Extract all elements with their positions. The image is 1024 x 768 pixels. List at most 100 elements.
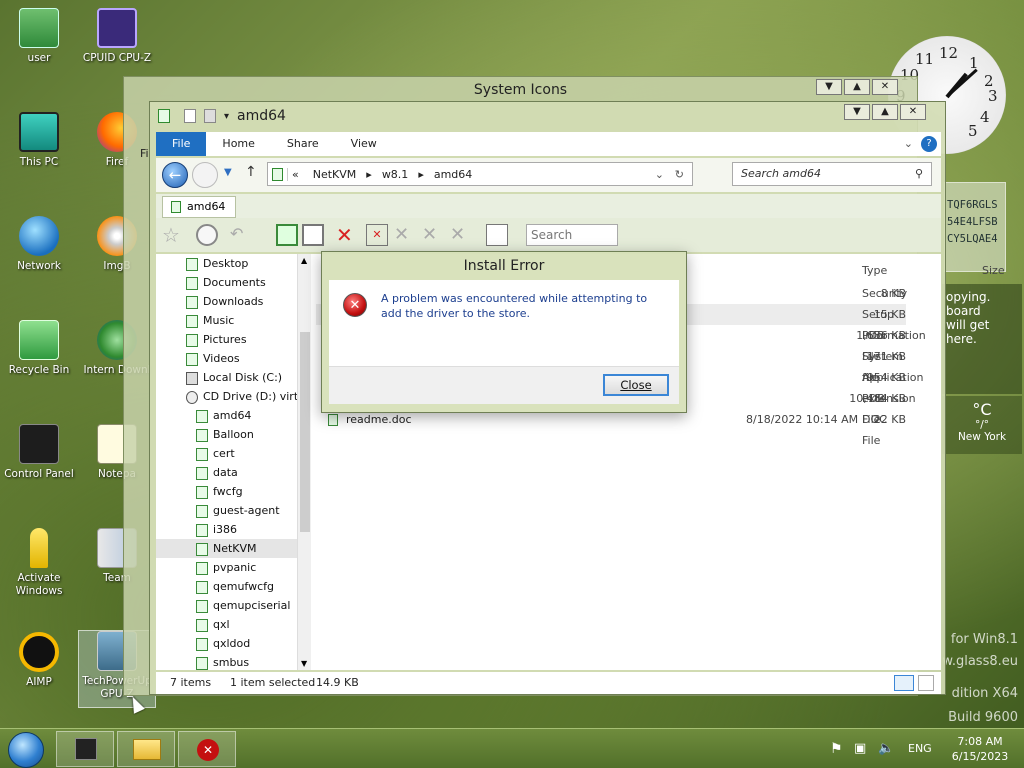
tree-item-qxldod[interactable]: qxldod — [196, 634, 250, 653]
desktop-icon-recycle-bin[interactable]: Recycle Bin — [0, 320, 78, 377]
desktop-icon — [186, 257, 198, 271]
large-icons-view-icon[interactable] — [918, 675, 934, 691]
tree-item-balloon[interactable]: Balloon — [196, 425, 254, 444]
folder-icon — [196, 485, 208, 499]
tab-view[interactable]: View — [335, 132, 393, 156]
address-bar[interactable]: « NetKVM ▸ w8.1 ▸ amd64 ⌄ ↻ — [267, 162, 693, 186]
tree-item-smbus[interactable]: smbus — [196, 653, 249, 670]
tab-share[interactable]: Share — [271, 132, 335, 156]
tree-item-desktop[interactable]: Desktop — [186, 254, 248, 273]
expand-ribbon-icon[interactable]: ⌄ — [904, 132, 913, 156]
tree-item-pvpanic[interactable]: pvpanic — [196, 558, 256, 577]
weather-gadget[interactable]: °C °/° New York — [942, 396, 1022, 454]
tree-item-fwcfg[interactable]: fwcfg — [196, 482, 243, 501]
history-clock-icon[interactable] — [196, 224, 218, 246]
delete-icon[interactable]: ✕ — [336, 224, 358, 246]
tree-item-label: qemupciserial — [213, 599, 291, 612]
address-dropdown-icon[interactable]: ⌄ — [655, 168, 664, 181]
tree-item-downloads[interactable]: Downloads — [186, 292, 263, 311]
file-size: 22 KB — [873, 413, 906, 426]
view-options-icon[interactable] — [486, 224, 508, 246]
tab-home[interactable]: Home — [206, 132, 270, 156]
tree-item-netkvm[interactable]: NetKVM — [156, 539, 297, 558]
folder-icon — [196, 466, 208, 480]
desktop-icon-this-pc[interactable]: This PC — [0, 112, 78, 169]
tree-item-qxl[interactable]: qxl — [196, 615, 230, 634]
breadcrumb-w81[interactable]: w8.1 — [372, 168, 419, 181]
properties-icon[interactable]: ✕ — [450, 224, 472, 246]
taskbar-item-explorer[interactable] — [117, 731, 175, 767]
new-folder-icon[interactable] — [204, 109, 216, 123]
folder-icon — [196, 409, 208, 423]
taskbar-clock[interactable]: 7:08 AM 6/15/2023 — [944, 734, 1016, 764]
tree-item-local-disk[interactable]: Local Disk (C:) — [186, 368, 282, 387]
search-input[interactable]: Search amd64 ⚲ — [732, 162, 932, 186]
tree-item-cert[interactable]: cert — [196, 444, 235, 463]
refresh-icon[interactable]: ↻ — [675, 168, 684, 181]
scroll-up-icon[interactable]: ▲ — [301, 256, 307, 265]
install-error-dialog[interactable]: Install Error ✕ A problem was encountere… — [321, 251, 687, 413]
tree-item-amd64[interactable]: amd64 — [196, 406, 251, 425]
chevron-down-icon[interactable]: ▾ — [224, 111, 229, 122]
action-center-flag-icon[interactable]: ⚑ — [830, 729, 843, 768]
back-button[interactable]: ← — [162, 162, 188, 188]
tree-item-documents[interactable]: Documents — [186, 273, 266, 292]
desktop-icon-control-panel[interactable]: Control Panel — [0, 424, 78, 481]
tree-item-videos[interactable]: Videos — [186, 349, 240, 368]
close-button[interactable]: ✕ — [872, 79, 898, 95]
move-to-icon[interactable] — [276, 224, 298, 246]
column-header-type[interactable]: Type — [862, 264, 887, 277]
forward-button[interactable] — [192, 162, 218, 188]
column-header-size[interactable]: Size — [982, 264, 1005, 277]
volume-muted-icon[interactable]: 🔈 — [878, 729, 894, 768]
start-button[interactable] — [8, 732, 44, 768]
tree-item-qemupciserial[interactable]: qemupciserial — [196, 596, 290, 615]
delete-permanent-icon[interactable]: ✕ — [366, 224, 388, 246]
tree-item-data[interactable]: data — [196, 463, 238, 482]
maximize-button[interactable]: ▲ — [872, 104, 898, 120]
close-button[interactable]: Close — [603, 374, 669, 396]
tab-file[interactable]: File — [156, 132, 207, 156]
undo-icon[interactable]: ↶ — [230, 224, 252, 246]
breadcrumb-amd64[interactable]: amd64 — [424, 168, 482, 181]
desktop-icon-user[interactable]: user — [0, 8, 78, 65]
up-arrow-icon[interactable]: ↑ — [245, 164, 257, 180]
minimize-button[interactable]: ▼ — [816, 79, 842, 95]
watermark-line: w.glass8.eu — [942, 654, 1018, 669]
copy-to-icon[interactable] — [302, 224, 324, 246]
recent-locations-icon[interactable]: ▼ — [224, 167, 232, 178]
breadcrumb-netkvm[interactable]: NetKVM — [303, 168, 367, 181]
cut-icon[interactable]: ✕ — [394, 224, 416, 246]
network-status-icon[interactable]: ▣ — [854, 729, 866, 768]
rename-icon[interactable]: ✕ — [422, 224, 444, 246]
favorite-star-icon[interactable]: ☆ — [162, 224, 184, 246]
tree-item-guest-agent[interactable]: guest-agent — [196, 501, 280, 520]
minimize-button[interactable]: ▼ — [844, 104, 870, 120]
taskbar-item-control-panel[interactable] — [56, 731, 114, 767]
language-indicator[interactable]: ENG — [908, 729, 932, 768]
product-key-line: 54E4LFSB — [947, 216, 998, 228]
help-icon[interactable]: ? — [921, 136, 937, 152]
taskbar-item-error[interactable]: ✕ — [178, 731, 236, 767]
maximize-button[interactable]: ▲ — [844, 79, 870, 95]
desktop-icon-cpuz[interactable]: CPUID CPU-Z — [78, 8, 156, 65]
properties-icon[interactable] — [184, 109, 196, 123]
scrollbar-thumb[interactable] — [300, 332, 310, 532]
search-icon[interactable]: ⚲ — [915, 163, 923, 185]
desktop-icon-aimp[interactable]: AIMP — [0, 632, 78, 689]
breadcrumb-overflow-icon[interactable]: « — [287, 167, 303, 181]
details-view-icon[interactable] — [894, 675, 914, 691]
tree-item-pictures[interactable]: Pictures — [186, 330, 247, 349]
weather-temp: °/° — [974, 419, 990, 431]
tree-item-music[interactable]: Music — [186, 311, 234, 330]
tree-item-i386[interactable]: i386 — [196, 520, 237, 539]
desktop-icon-network[interactable]: Network — [0, 216, 78, 273]
toolbar-search-input[interactable]: Search — [526, 224, 618, 246]
desktop-icon-activate-windows[interactable]: Activate Windows — [0, 528, 78, 598]
folder-tab-amd64[interactable]: amd64 — [162, 196, 237, 218]
scroll-down-icon[interactable]: ▼ — [301, 659, 307, 668]
close-button[interactable]: ✕ — [900, 104, 926, 120]
navigation-scrollbar[interactable]: ▲ ▼ — [297, 254, 311, 670]
tree-item-cd-drive[interactable]: CD Drive (D:) virtic — [186, 387, 307, 406]
tree-item-qemufwcfg[interactable]: qemufwcfg — [196, 577, 274, 596]
